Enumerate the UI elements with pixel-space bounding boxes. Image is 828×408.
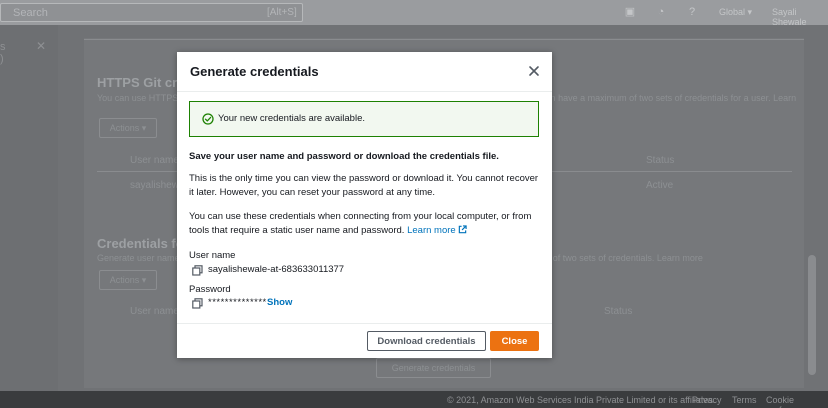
column-header-username: User name <box>130 306 179 317</box>
copy-icon[interactable] <box>192 298 203 309</box>
credentials-for-keyspaces-heading: Credentials for <box>97 236 189 251</box>
actions-dropdown[interactable]: Actions ▾ <box>99 118 157 138</box>
column-header-status: Status <box>646 155 675 166</box>
username-label: User name <box>189 250 236 261</box>
check-circle-icon <box>202 113 214 125</box>
table-cell-status: Active <box>646 180 674 191</box>
close-icon[interactable] <box>527 64 541 78</box>
search-input[interactable]: Search [Alt+S] <box>0 3 303 22</box>
alert-message: Your new credentials are available. <box>218 113 365 124</box>
copyright-text: © 2021, Amazon Web Services India Privat… <box>447 395 716 405</box>
top-navigation-bar: Search [Alt+S] ▣ ◔ ? Global ▾ Sayali She… <box>0 0 828 27</box>
save-instruction: Save your user name and password or down… <box>189 151 499 162</box>
footer-divider <box>177 323 552 324</box>
close-button[interactable]: Close <box>490 331 539 351</box>
scrollbar[interactable] <box>808 255 816 375</box>
help-icon[interactable]: ? <box>686 6 698 18</box>
region-selector[interactable]: Global ▾ <box>719 7 752 18</box>
download-credentials-button[interactable]: Download credentials <box>367 331 486 351</box>
close-sidebar-icon[interactable]: ✕ <box>36 39 46 53</box>
cloudshell-icon[interactable]: ▣ <box>624 6 636 18</box>
sidebar-text: ) <box>0 53 4 65</box>
external-link-icon <box>458 225 467 234</box>
modal-title: Generate credentials <box>190 64 319 79</box>
column-header-status: Status <box>604 306 633 317</box>
privacy-link[interactable]: Privacy <box>692 395 722 405</box>
terms-link[interactable]: Terms <box>732 395 757 405</box>
usage-paragraph: You can use these credentials when conne… <box>189 210 544 238</box>
search-placeholder: Search <box>13 7 48 19</box>
header-divider <box>177 91 552 92</box>
actions-dropdown[interactable]: Actions ▾ <box>99 270 157 290</box>
learn-more-label[interactable]: Learn more <box>407 225 456 236</box>
password-label: Password <box>189 284 231 295</box>
generate-credentials-modal: Generate credentials Your new credential… <box>177 52 552 358</box>
account-menu[interactable]: Sayali Shewale <box>772 7 828 27</box>
cookie-preferences-link[interactable]: Cookie preferences <box>766 395 828 408</box>
console-footer: © 2021, Amazon Web Services India Privat… <box>0 391 828 408</box>
learn-more-link[interactable]: Learn more <box>407 225 467 236</box>
success-alert: Your new credentials are available. <box>189 101 539 137</box>
username-value: sayalishewale-at-683633011377 <box>208 264 345 275</box>
warning-paragraph: This is the only time you can view the p… <box>189 173 539 198</box>
divider <box>84 39 804 40</box>
side-navigation: s ) ✕ <box>0 25 58 391</box>
usage-text: You can use these credentials when conne… <box>189 211 532 236</box>
show-password-link[interactable]: Show <box>267 297 292 308</box>
sidebar-text: s <box>0 41 6 53</box>
column-header-username: User name <box>130 155 179 166</box>
copy-icon[interactable] <box>192 265 203 276</box>
search-shortcut-hint: [Alt+S] <box>267 7 297 18</box>
generate-credentials-button[interactable]: Generate credentials <box>376 358 491 378</box>
bell-icon[interactable]: ◔ <box>655 6 667 18</box>
password-value: ************** <box>208 297 267 308</box>
